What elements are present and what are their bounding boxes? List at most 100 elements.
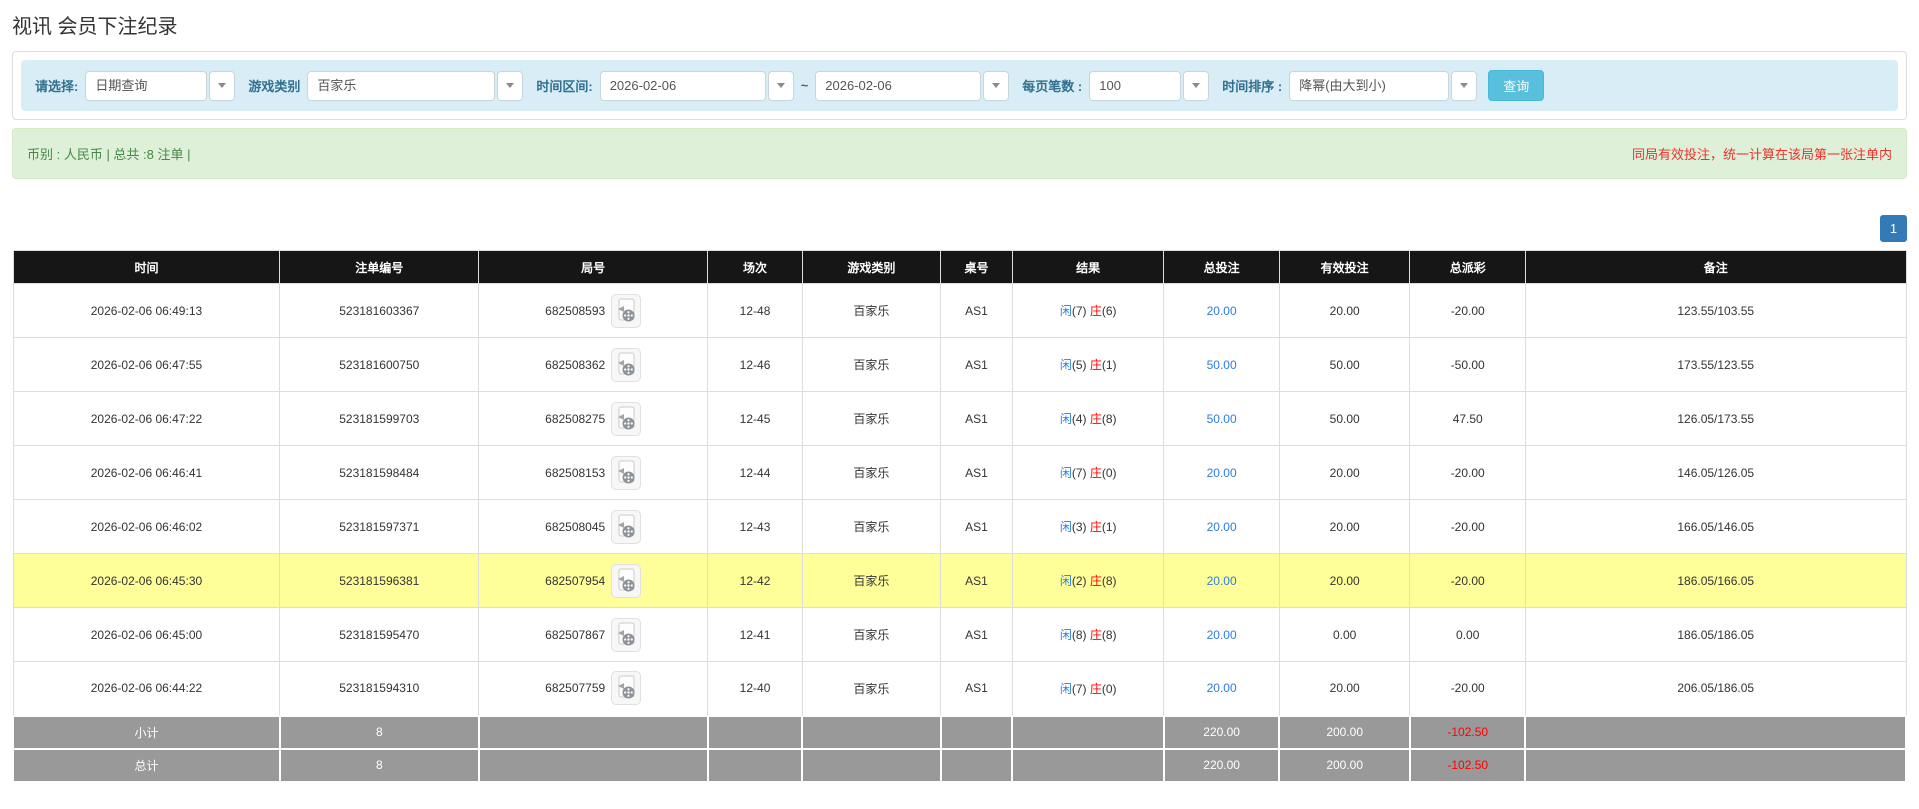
- select-type-value[interactable]: 日期查询: [85, 70, 208, 101]
- video-playback-button[interactable]: [611, 617, 642, 652]
- cell-payout: 47.50: [1409, 391, 1526, 446]
- cell-round-id: 682508153: [478, 445, 709, 500]
- sort-dropdown-button[interactable]: [1451, 70, 1478, 101]
- result-banker-label: 庄: [1089, 412, 1102, 426]
- result-banker-label: 庄: [1089, 358, 1102, 372]
- cell-session: 12-44: [707, 445, 803, 500]
- video-playback-button[interactable]: [611, 563, 642, 598]
- cell-bet-id: 523181600750: [279, 337, 480, 392]
- table-row[interactable]: 2026-02-06 06:49:13 523181603367 6825085…: [12, 283, 1907, 338]
- cell-valid-bet: 0.00: [1278, 607, 1411, 662]
- col-header-time: 时间: [12, 250, 281, 284]
- cell-session: 12-42: [707, 553, 803, 608]
- result-banker-label: 庄: [1089, 520, 1102, 534]
- cell-table-no: AS1: [940, 607, 1013, 662]
- video-playback-button[interactable]: [611, 401, 642, 436]
- cell-time: 2026-02-06 06:46:41: [12, 445, 281, 500]
- chevron-down-icon: [218, 83, 227, 88]
- total-bet-link[interactable]: 20.00: [1207, 466, 1237, 480]
- cell-total-bet: 20.00: [1163, 607, 1280, 662]
- date-to-dropdown-button[interactable]: [983, 70, 1010, 101]
- result-banker-number: (6): [1101, 304, 1117, 318]
- date-from-dropdown-button[interactable]: [767, 70, 794, 101]
- result-banker-label: 庄: [1089, 681, 1102, 696]
- video-playback-button[interactable]: [611, 455, 642, 490]
- round-id-value: 682508593: [545, 303, 606, 318]
- footer-valid-bet: 200.00: [1278, 747, 1411, 783]
- cell-session: 12-43: [707, 499, 803, 554]
- round-id-value: 682508045: [545, 519, 606, 534]
- total-bet-link[interactable]: 20.00: [1207, 520, 1237, 534]
- cell-valid-bet: 20.00: [1278, 445, 1411, 500]
- cell-game-type: 百家乐: [801, 337, 942, 392]
- table-row[interactable]: 2026-02-06 06:44:22 523181594310 6825077…: [12, 661, 1907, 716]
- game-type-dropdown-button[interactable]: [497, 70, 524, 101]
- total-bet-link[interactable]: 20.00: [1207, 628, 1237, 642]
- cell-total-bet: 50.00: [1163, 391, 1280, 446]
- video-playback-button[interactable]: [611, 293, 642, 328]
- video-record-icon: [618, 568, 635, 591]
- table-row[interactable]: 2026-02-06 06:47:22 523181599703 6825082…: [12, 391, 1907, 446]
- pagination-page-1[interactable]: 1: [1880, 215, 1907, 242]
- footer-total-bet: 220.00: [1162, 714, 1281, 750]
- video-playback-button[interactable]: [611, 509, 642, 544]
- sort-value[interactable]: 降幂(由大到小): [1289, 70, 1450, 101]
- select-type-dropdown-button[interactable]: [209, 70, 236, 101]
- cell-valid-bet: 50.00: [1278, 391, 1411, 446]
- table-row[interactable]: 2026-02-06 06:47:55 523181600750 6825083…: [12, 337, 1907, 392]
- cell-game-type: 百家乐: [801, 661, 942, 716]
- cell-bet-id: 523181598484: [279, 445, 480, 500]
- video-playback-button[interactable]: [611, 347, 642, 382]
- date-to-value[interactable]: 2026-02-06: [815, 70, 982, 101]
- total-bet-link[interactable]: 50.00: [1207, 358, 1237, 372]
- cell-remark: 206.05/186.05: [1524, 661, 1907, 716]
- round-id-value: 682508362: [545, 357, 606, 372]
- col-header-result: 结果: [1011, 250, 1165, 284]
- cell-table-no: AS1: [940, 283, 1013, 338]
- col-header-table-no: 桌号: [940, 250, 1013, 284]
- cell-valid-bet: 20.00: [1278, 499, 1411, 554]
- video-record-icon: [618, 675, 635, 699]
- total-bet-link[interactable]: 20.00: [1207, 304, 1237, 318]
- total-bet-link[interactable]: 20.00: [1207, 681, 1237, 695]
- table-row[interactable]: 2026-02-06 06:46:41 523181598484 6825081…: [12, 445, 1907, 500]
- per-page-dropdown-button[interactable]: [1183, 70, 1210, 101]
- round-id-value: 682508275: [545, 411, 606, 426]
- cell-result: 闲(7) 庄(6): [1011, 283, 1165, 338]
- cell-total-bet: 20.00: [1163, 553, 1280, 608]
- total-bet-link[interactable]: 20.00: [1207, 574, 1237, 588]
- per-page-value[interactable]: 100: [1089, 70, 1182, 101]
- cell-table-no: AS1: [940, 553, 1013, 608]
- search-button[interactable]: 查询: [1488, 70, 1545, 101]
- table-row[interactable]: 2026-02-06 06:45:00 523181595470 6825078…: [12, 607, 1907, 662]
- table-row[interactable]: 2026-02-06 06:46:02 523181597371 6825080…: [12, 499, 1907, 554]
- video-playback-button[interactable]: [611, 671, 642, 706]
- result-player-number: (4): [1071, 412, 1087, 426]
- select-type-combobox: 日期查询: [85, 70, 236, 101]
- result-player-number: (3): [1071, 520, 1087, 534]
- valid-bet-note: 同局有效投注，统一计算在该局第一张注单内: [1631, 147, 1892, 162]
- cell-total-bet: 20.00: [1163, 499, 1280, 554]
- table-row[interactable]: 2026-02-06 06:45:30 523181596381 6825079…: [12, 553, 1907, 608]
- col-header-bet-id: 注单编号: [279, 250, 480, 284]
- result-banker-number: (1): [1101, 358, 1117, 372]
- cell-remark: 126.05/173.55: [1524, 391, 1907, 446]
- game-type-value[interactable]: 百家乐: [307, 70, 496, 101]
- cell-bet-id: 523181594310: [279, 661, 480, 716]
- cell-remark: 146.05/126.05: [1524, 445, 1907, 500]
- game-type-label: 游戏类别: [248, 79, 301, 94]
- col-header-round-id: 局号: [478, 250, 709, 284]
- cell-game-type: 百家乐: [801, 553, 942, 608]
- cell-round-id: 682508593: [478, 283, 709, 338]
- video-record-icon: [618, 352, 635, 375]
- cell-result: 闲(7) 庄(0): [1011, 661, 1165, 716]
- date-from-value[interactable]: 2026-02-06: [599, 70, 766, 101]
- cell-valid-bet: 50.00: [1278, 337, 1411, 392]
- cell-game-type: 百家乐: [801, 391, 942, 446]
- cell-session: 12-48: [707, 283, 803, 338]
- result-banker-number: (1): [1101, 520, 1117, 534]
- total-bet-link[interactable]: 50.00: [1207, 412, 1237, 426]
- cell-result: 闲(5) 庄(1): [1011, 337, 1165, 392]
- select-type-label: 请选择:: [35, 79, 79, 94]
- cell-payout: -20.00: [1409, 445, 1526, 500]
